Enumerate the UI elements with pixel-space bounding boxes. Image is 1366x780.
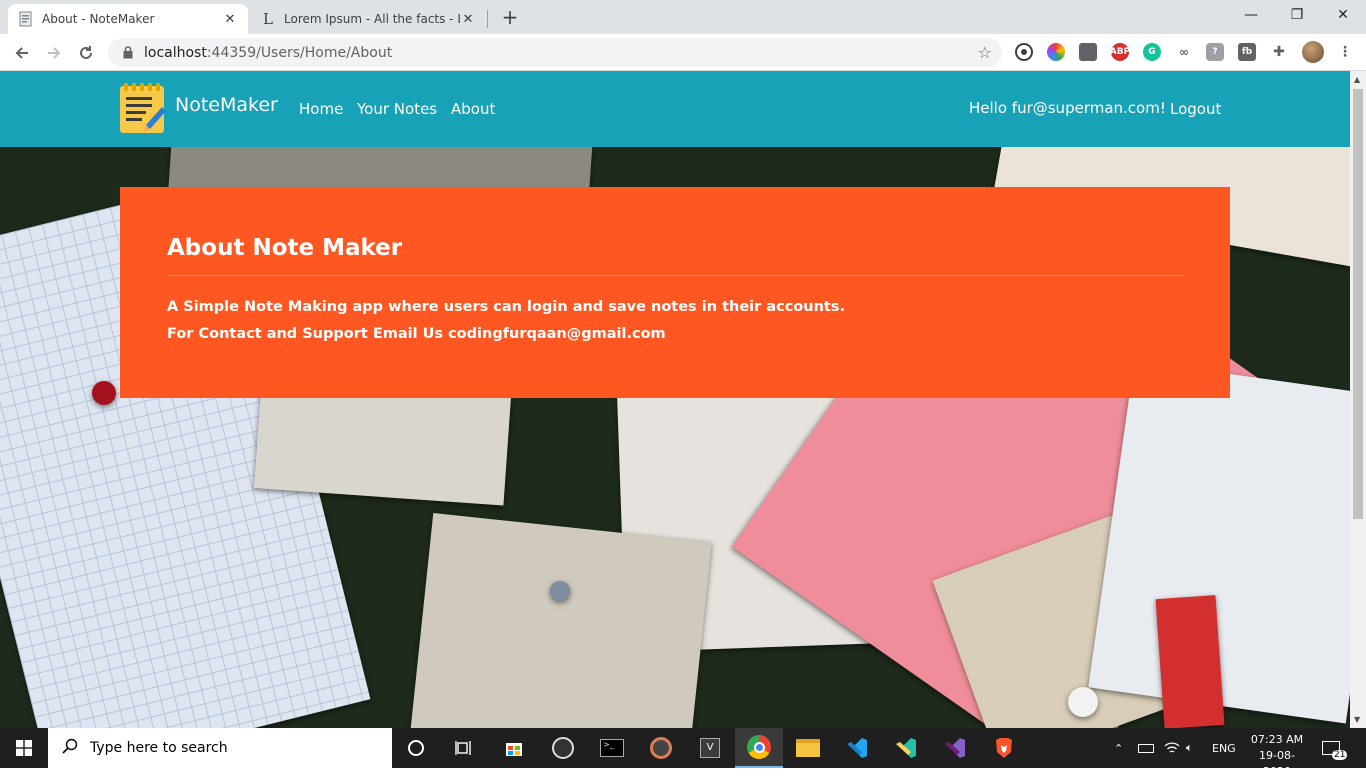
- close-window-button[interactable]: ✕: [1320, 0, 1366, 30]
- chrome-icon[interactable]: [735, 728, 783, 768]
- bookmark-star-icon[interactable]: ☆: [978, 43, 992, 62]
- lipsum-L-icon: L: [263, 10, 273, 28]
- address-bar[interactable]: localhost:44359/Users/Home/About ☆: [108, 38, 1002, 67]
- volume-icon[interactable]: 🔈︎: [1186, 728, 1193, 768]
- page-viewport: NoteMaker Home Your Notes About Hello fu…: [0, 71, 1350, 728]
- site-navbar: NoteMaker Home Your Notes About Hello fu…: [0, 71, 1350, 147]
- contact-info: For Contact and Support Email Us codingf…: [167, 326, 666, 342]
- puzzle-icon[interactable]: ✚: [1270, 43, 1288, 61]
- scrollbar-thumb[interactable]: [1353, 89, 1363, 519]
- groove-icon[interactable]: [637, 728, 685, 768]
- tracker-icon[interactable]: ∞: [1175, 43, 1193, 61]
- close-tab-icon[interactable]: ✕: [460, 11, 476, 27]
- page-scrollbar[interactable]: ▲ ▼: [1350, 71, 1366, 728]
- terminal-icon[interactable]: >_: [588, 728, 636, 768]
- minimize-button[interactable]: —: [1228, 0, 1274, 30]
- visual-studio-icon[interactable]: [931, 728, 979, 768]
- nav-your-notes[interactable]: Your Notes: [357, 100, 437, 118]
- cortana-icon[interactable]: [392, 728, 440, 768]
- show-hidden-icons-button[interactable]: ⌃: [1114, 728, 1123, 768]
- browser-tab-about[interactable]: About - NoteMaker ✕: [8, 4, 248, 34]
- scroll-down-arrow-icon[interactable]: ▼: [1354, 715, 1360, 724]
- wifi-icon[interactable]: [1164, 728, 1180, 768]
- brand-name: NoteMaker: [175, 94, 278, 116]
- close-tab-icon[interactable]: ✕: [222, 11, 238, 27]
- windows-taskbar: Type here to search >_ V ⌃ 🔈︎ ENG 07:23 …: [0, 728, 1366, 778]
- handwritten-note: [408, 513, 712, 728]
- notepad-logo-icon: [120, 83, 166, 133]
- visual-studio-installer-icon[interactable]: V: [686, 728, 734, 768]
- fb-icon[interactable]: fb: [1238, 43, 1256, 61]
- search-icon: [62, 738, 78, 758]
- about-heading: About Note Maker: [167, 235, 403, 261]
- windows-logo-icon: [16, 740, 32, 756]
- nav-home[interactable]: Home: [299, 100, 343, 118]
- record-icon[interactable]: [1015, 43, 1033, 61]
- browser-toolbar: localhost:44359/Users/Home/About ☆ ABP G…: [0, 34, 1366, 71]
- back-button[interactable]: [8, 39, 36, 67]
- brave-icon[interactable]: [980, 728, 1028, 768]
- clock-time: 07:23 AM: [1250, 733, 1304, 746]
- vscode-icon[interactable]: [833, 728, 881, 768]
- brand[interactable]: NoteMaker: [120, 83, 278, 133]
- red-pushpin: [92, 381, 116, 405]
- shield-icon[interactable]: ?: [1206, 43, 1224, 61]
- divider: [167, 275, 1183, 276]
- taskbar-search-box[interactable]: Type here to search: [48, 728, 392, 768]
- pushpin: [550, 581, 570, 601]
- tab-separator: [487, 10, 488, 28]
- user-greeting: Hello fur@superman.com!: [969, 99, 1166, 117]
- menu-kebab-icon[interactable]: ⋮: [1336, 43, 1354, 61]
- visual-studio-code-insiders-icon[interactable]: [882, 728, 930, 768]
- scroll-up-arrow-icon[interactable]: ▲: [1354, 75, 1360, 84]
- lock-icon[interactable]: [120, 45, 136, 61]
- grammarly-icon[interactable]: G: [1143, 43, 1161, 61]
- red-strip: [1155, 595, 1225, 728]
- forward-button[interactable]: [40, 39, 68, 67]
- about-card: About Note Maker A Simple Note Making ap…: [120, 187, 1230, 398]
- notification-count-badge: 21: [1332, 750, 1348, 760]
- taskbar-clock[interactable]: 07:23 AM 19-08-2020: [1248, 732, 1306, 780]
- windows-start-button[interactable]: [0, 728, 48, 768]
- white-pushpin: [1068, 687, 1098, 717]
- file-explorer-icon[interactable]: [784, 728, 832, 768]
- browser-tab-lipsum[interactable]: L Lorem Ipsum - All the facts - Lipsum ✕: [250, 4, 486, 34]
- tab-title: Lorem Ipsum - All the facts - Lipsum: [284, 12, 460, 26]
- avatar-icon[interactable]: [1302, 41, 1324, 63]
- clock-date: 19-08-2020: [1259, 749, 1295, 778]
- nav-about[interactable]: About: [451, 100, 495, 118]
- logout-link[interactable]: Logout: [1170, 100, 1221, 118]
- color-wheel-icon[interactable]: [1047, 43, 1065, 61]
- restore-button[interactable]: ❐: [1274, 0, 1320, 30]
- adblock-plus-icon[interactable]: ABP: [1110, 43, 1130, 61]
- about-description: A Simple Note Making app where users can…: [167, 299, 845, 315]
- url-text: localhost:44359/Users/Home/About: [144, 44, 393, 61]
- language-indicator[interactable]: ENG: [1212, 728, 1236, 768]
- search-placeholder: Type here to search: [90, 740, 228, 756]
- store-icon[interactable]: [490, 728, 538, 768]
- document-icon: [18, 11, 34, 27]
- task-view-icon[interactable]: [440, 728, 488, 768]
- reload-button[interactable]: [72, 39, 100, 67]
- action-center-button[interactable]: 21: [1322, 728, 1348, 768]
- battery-icon[interactable]: [1138, 728, 1154, 768]
- new-tab-button[interactable]: +: [498, 6, 522, 30]
- browser-tab-strip: About - NoteMaker ✕ L Lorem Ipsum - All …: [0, 0, 1366, 34]
- obs-icon[interactable]: [539, 728, 587, 768]
- bag-icon[interactable]: [1079, 43, 1097, 61]
- tab-title: About - NoteMaker: [42, 12, 155, 26]
